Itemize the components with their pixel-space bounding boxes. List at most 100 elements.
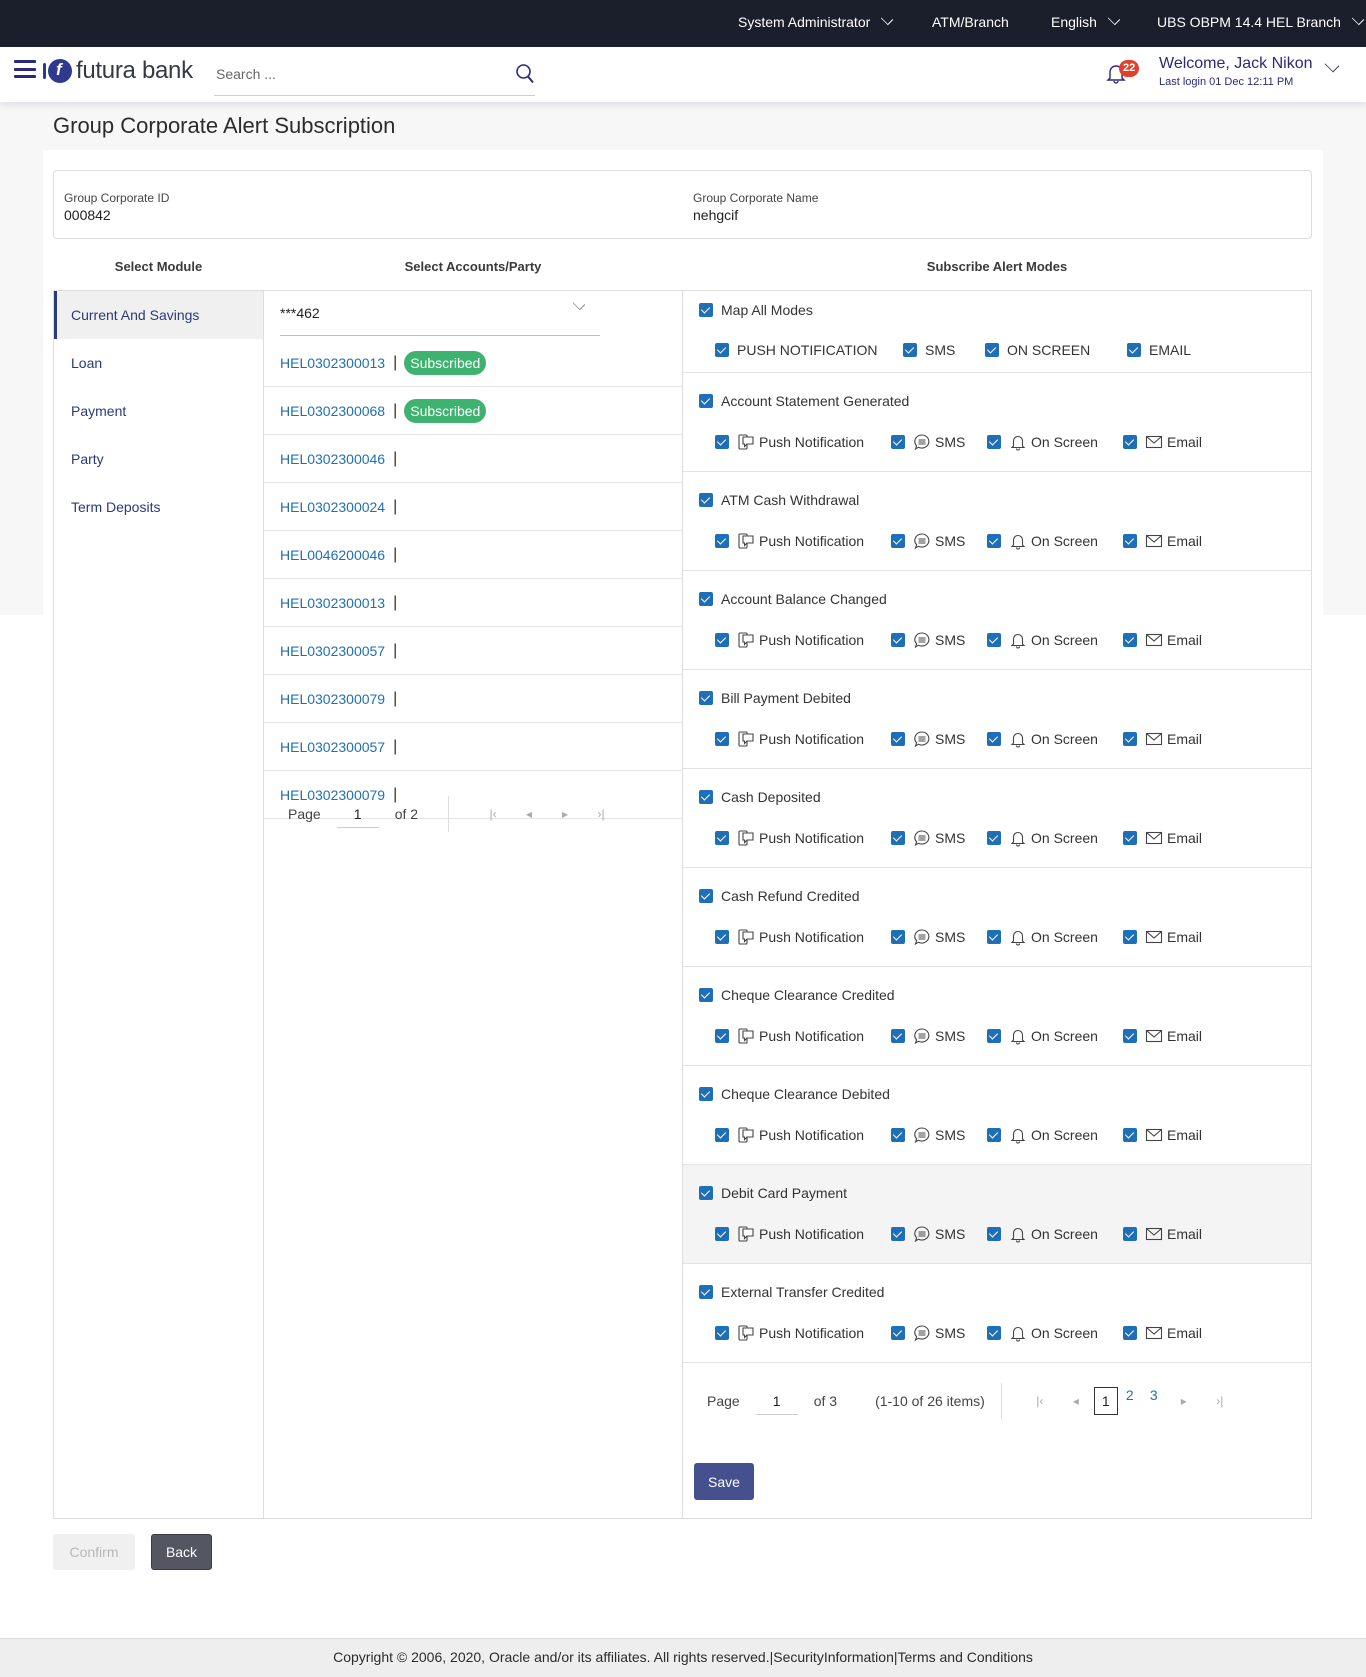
- mode-checkbox[interactable]: [891, 831, 905, 845]
- mode-checkbox[interactable]: [1123, 732, 1137, 746]
- alert-mode-email[interactable]: Email: [1123, 1225, 1213, 1243]
- hamburger-menu-icon[interactable]: [14, 60, 36, 78]
- alert-mode-sms[interactable]: SMS: [891, 1126, 987, 1144]
- next-page-icon[interactable]: ▸: [547, 807, 583, 821]
- account-link[interactable]: HEL0302300013: [280, 595, 385, 611]
- search-input[interactable]: [214, 59, 494, 89]
- alert-mode-push[interactable]: Push Notification: [715, 532, 891, 550]
- mode-checkbox[interactable]: [891, 930, 905, 944]
- alert-mode-onscreen[interactable]: On Screen: [987, 829, 1123, 847]
- account-link[interactable]: HEL0302300024: [280, 499, 385, 515]
- module-item[interactable]: Payment: [54, 387, 263, 435]
- mode-checkbox[interactable]: [891, 435, 905, 449]
- mode-checkbox[interactable]: [903, 343, 917, 357]
- account-link[interactable]: HEL0302300057: [280, 739, 385, 755]
- mode-checkbox[interactable]: [715, 1029, 729, 1043]
- last-page-icon[interactable]: ›|: [583, 807, 619, 821]
- alert-mode-email[interactable]: Email: [1123, 1126, 1213, 1144]
- alert-checkbox[interactable]: [699, 394, 713, 408]
- alert-mode-onscreen[interactable]: On Screen: [987, 433, 1123, 451]
- first-page-icon[interactable]: |‹: [1022, 1394, 1058, 1408]
- alert-mode-push[interactable]: Push Notification: [715, 433, 891, 451]
- brand-logo[interactable]: futura bank: [43, 57, 193, 85]
- alert-mode-email[interactable]: Email: [1123, 1027, 1213, 1045]
- confirm-button[interactable]: Confirm: [53, 1534, 135, 1570]
- alert-mode-push[interactable]: Push Notification: [715, 1225, 891, 1243]
- mode-checkbox[interactable]: [715, 534, 729, 548]
- alert-mode-onscreen[interactable]: On Screen: [987, 928, 1123, 946]
- mode-checkbox[interactable]: [715, 831, 729, 845]
- account-link[interactable]: HEL0302300057: [280, 643, 385, 659]
- mode-checkbox[interactable]: [891, 732, 905, 746]
- alert-mode-push[interactable]: Push Notification: [715, 631, 891, 649]
- search-icon[interactable]: [515, 63, 535, 85]
- mode-checkbox[interactable]: [987, 1128, 1001, 1142]
- mode-checkbox[interactable]: [987, 1227, 1001, 1241]
- mode-checkbox[interactable]: [891, 633, 905, 647]
- mode-checkbox[interactable]: [1123, 1128, 1137, 1142]
- alert-mode-email[interactable]: Email: [1123, 631, 1213, 649]
- alert-mode-email[interactable]: Email: [1123, 730, 1213, 748]
- mode-checkbox[interactable]: [715, 930, 729, 944]
- alert-checkbox[interactable]: [699, 1186, 713, 1200]
- mode-checkbox[interactable]: [987, 1029, 1001, 1043]
- alert-mode-push[interactable]: Push Notification: [715, 829, 891, 847]
- alert-mode-onscreen[interactable]: On Screen: [987, 1324, 1123, 1342]
- account-dropdown[interactable]: ***462: [280, 291, 600, 336]
- last-page-icon[interactable]: ›|: [1202, 1394, 1238, 1408]
- map-all-mode-sms[interactable]: SMS: [903, 342, 985, 358]
- mode-checkbox[interactable]: [715, 1227, 729, 1241]
- map-all-checkbox[interactable]: [699, 303, 713, 317]
- alert-mode-onscreen[interactable]: On Screen: [987, 631, 1123, 649]
- module-item[interactable]: Term Deposits: [54, 483, 263, 531]
- alert-checkbox[interactable]: [699, 988, 713, 1002]
- alert-mode-email[interactable]: Email: [1123, 1324, 1213, 1342]
- mode-checkbox[interactable]: [1123, 1227, 1137, 1241]
- user-menu[interactable]: Welcome, Jack Nikon Last login 01 Dec 12…: [1159, 55, 1340, 88]
- page-number-button[interactable]: 2: [1118, 1387, 1142, 1415]
- alert-mode-sms[interactable]: SMS: [891, 631, 987, 649]
- page-number-input[interactable]: [336, 800, 379, 828]
- mode-checkbox[interactable]: [715, 435, 729, 449]
- prev-page-icon[interactable]: ◂: [511, 807, 547, 821]
- mode-checkbox[interactable]: [715, 1128, 729, 1142]
- alert-mode-sms[interactable]: SMS: [891, 928, 987, 946]
- mode-checkbox[interactable]: [987, 930, 1001, 944]
- mode-checkbox[interactable]: [987, 534, 1001, 548]
- alert-checkbox[interactable]: [699, 493, 713, 507]
- alert-mode-email[interactable]: Email: [1123, 532, 1213, 550]
- account-link[interactable]: HEL0046200046: [280, 547, 385, 563]
- alert-checkbox[interactable]: [699, 1285, 713, 1299]
- alert-mode-sms[interactable]: SMS: [891, 532, 987, 550]
- account-link[interactable]: HEL0302300013: [280, 355, 385, 371]
- map-all-mode-onscreen[interactable]: ON SCREEN: [985, 342, 1127, 358]
- account-link[interactable]: HEL0302300079: [280, 691, 385, 707]
- next-page-icon[interactable]: ▸: [1166, 1394, 1202, 1408]
- alert-mode-email[interactable]: Email: [1123, 928, 1213, 946]
- mode-checkbox[interactable]: [987, 831, 1001, 845]
- save-button[interactable]: Save: [694, 1463, 754, 1500]
- alert-mode-sms[interactable]: SMS: [891, 1225, 987, 1243]
- atm-branch-link[interactable]: ATM/Branch: [932, 14, 1009, 30]
- mode-checkbox[interactable]: [1123, 930, 1137, 944]
- account-link[interactable]: HEL0302300068: [280, 403, 385, 419]
- alert-checkbox[interactable]: [699, 592, 713, 606]
- mode-checkbox[interactable]: [891, 1227, 905, 1241]
- module-item[interactable]: Current And Savings: [54, 291, 263, 339]
- first-page-icon[interactable]: |‹: [475, 807, 511, 821]
- alert-mode-sms[interactable]: SMS: [891, 433, 987, 451]
- mode-checkbox[interactable]: [1123, 1029, 1137, 1043]
- page-number-button[interactable]: 1: [1093, 1387, 1118, 1415]
- mode-checkbox[interactable]: [1123, 1326, 1137, 1340]
- alert-mode-push[interactable]: Push Notification: [715, 1027, 891, 1045]
- page-number-button[interactable]: 3: [1142, 1387, 1166, 1415]
- module-item[interactable]: Loan: [54, 339, 263, 387]
- alert-mode-onscreen[interactable]: On Screen: [987, 1027, 1123, 1045]
- alert-checkbox[interactable]: [699, 889, 713, 903]
- module-item[interactable]: Party: [54, 435, 263, 483]
- alert-mode-push[interactable]: Push Notification: [715, 928, 891, 946]
- back-button[interactable]: Back: [151, 1534, 212, 1570]
- mode-checkbox[interactable]: [1123, 633, 1137, 647]
- mode-checkbox[interactable]: [891, 1128, 905, 1142]
- mode-checkbox[interactable]: [1123, 435, 1137, 449]
